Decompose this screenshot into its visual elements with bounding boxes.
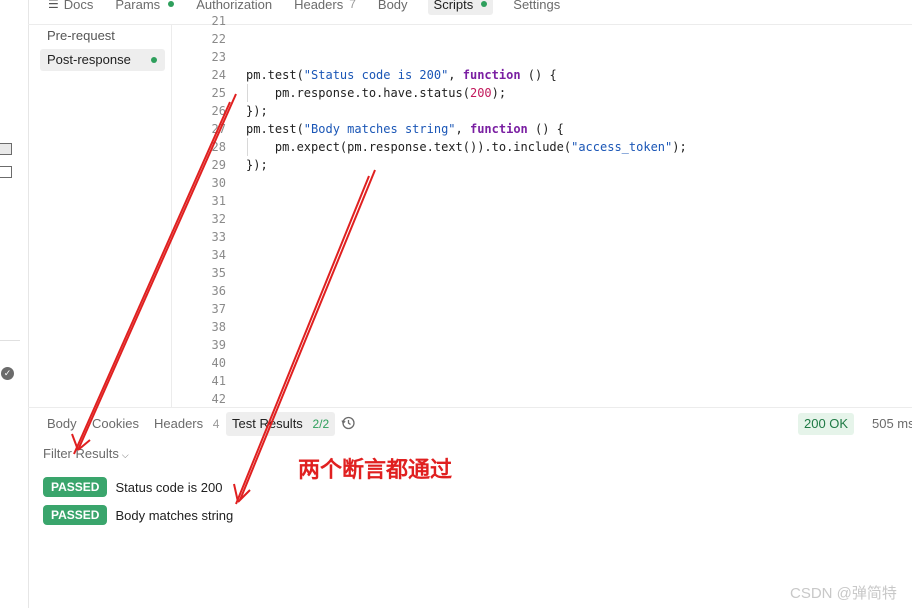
watermark: CSDN @弹简特 xyxy=(790,585,897,602)
annotation-arrows xyxy=(71,93,376,505)
annotation-arrow xyxy=(73,101,231,455)
annotation-text: 两个断言都通过 xyxy=(298,458,453,483)
annotation-arrow xyxy=(77,93,237,451)
annotation-arrow xyxy=(239,169,376,501)
